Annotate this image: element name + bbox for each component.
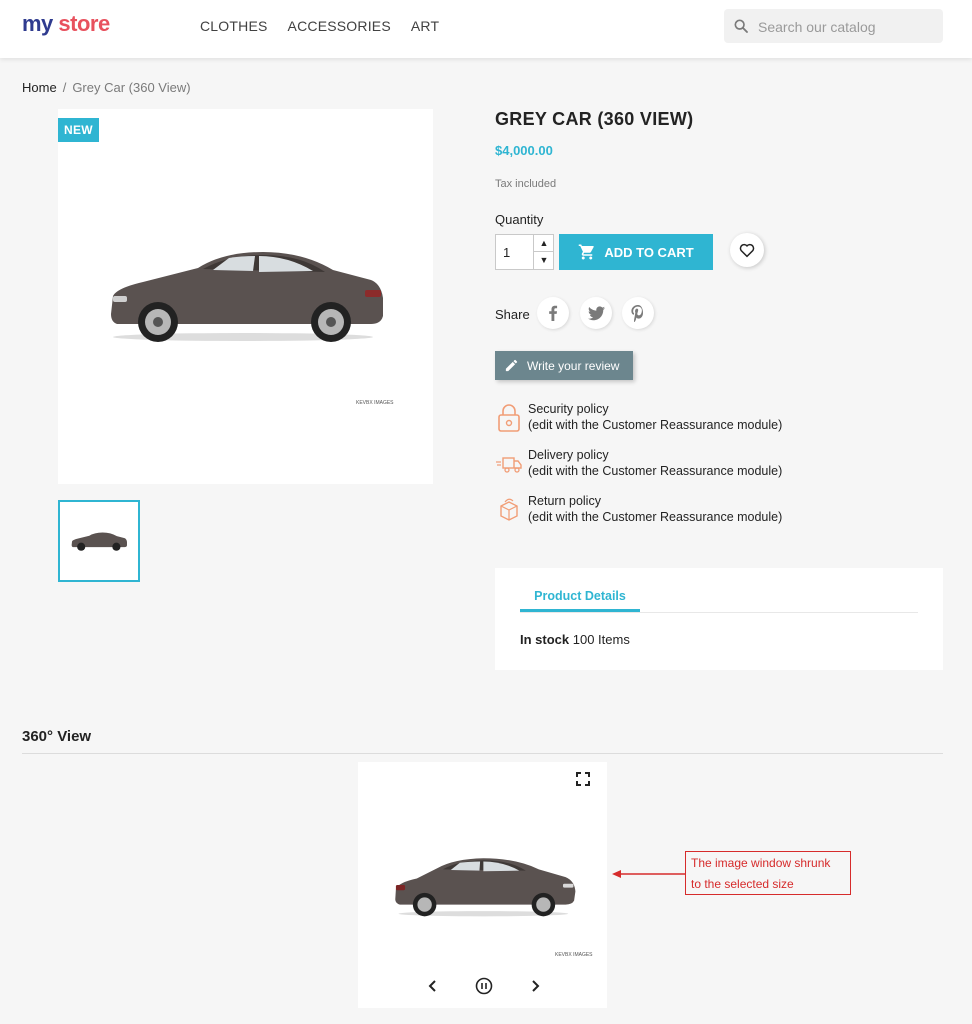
tab-product-details[interactable]: Product Details	[520, 582, 640, 612]
chevron-right-icon	[532, 980, 540, 992]
reassurance-desc: (edit with the Customer Reassurance modu…	[528, 510, 783, 524]
annotation-line-2: to the selected size	[691, 877, 794, 891]
tab-divider	[520, 612, 918, 613]
product-title: GREY CAR (360 VIEW)	[495, 109, 694, 129]
chevron-left-icon	[428, 980, 436, 992]
viewer-360[interactable]: KEVBX IMAGES	[358, 762, 607, 1008]
pinterest-share-button[interactable]	[622, 297, 654, 329]
write-review-button[interactable]: Write your review	[495, 351, 633, 380]
car-thumbnail-image	[71, 532, 127, 551]
product-details-card: Product Details In stock 100 Items	[495, 568, 943, 670]
heart-icon	[739, 243, 755, 258]
nav-clothes[interactable]: CLOTHES	[200, 18, 268, 34]
tax-note: Tax included	[495, 178, 557, 190]
share-label: Share	[495, 307, 530, 322]
search-icon[interactable]	[733, 18, 749, 34]
twitter-share-button[interactable]	[580, 297, 612, 329]
reassurance-delivery: Delivery policy (edit with the Customer …	[495, 448, 825, 482]
pause-button[interactable]	[474, 976, 494, 996]
viewer-watermark: KEVBX IMAGES	[555, 952, 593, 958]
previous-frame-button[interactable]	[423, 976, 443, 996]
section-divider	[22, 753, 943, 754]
reassurance-security: Security policy (edit with the Customer …	[495, 402, 825, 436]
pinterest-icon	[631, 304, 644, 322]
product-price: $4,000.00	[495, 143, 553, 158]
main-nav: CLOTHES ACCESSORIES ART	[200, 18, 439, 34]
return-box-icon	[500, 498, 518, 521]
wishlist-button[interactable]	[730, 233, 764, 267]
quantity-stepper: ▲ ▼	[495, 234, 554, 270]
stock-value: 100 Items	[572, 632, 630, 647]
write-review-label: Write your review	[527, 358, 620, 373]
cart-icon	[579, 244, 595, 260]
stock-info: In stock 100 Items	[520, 632, 630, 647]
facebook-share-button[interactable]	[537, 297, 569, 329]
reassurance-title: Return policy	[528, 494, 601, 508]
breadcrumb-current: Grey Car (360 View)	[72, 80, 191, 95]
site-header: my store CLOTHES ACCESSORIES ART	[0, 0, 972, 58]
annotation-line-1: The image window shrunk	[691, 856, 831, 870]
add-to-cart-button[interactable]: ADD TO CART	[559, 234, 713, 270]
truck-icon	[496, 457, 522, 473]
twitter-icon	[587, 305, 605, 320]
quantity-input[interactable]	[496, 235, 532, 269]
car-360-image	[395, 858, 576, 917]
add-to-cart-label: ADD TO CART	[604, 244, 694, 260]
reassurance-return: Return policy (edit with the Customer Re…	[495, 494, 825, 528]
pencil-icon	[505, 359, 518, 372]
product-thumbnail[interactable]	[58, 500, 140, 582]
store-logo[interactable]: my store	[22, 11, 110, 37]
section-title-360: 360° View	[22, 728, 92, 745]
stock-label: In stock	[520, 632, 570, 647]
car-image	[111, 252, 383, 342]
quantity-label: Quantity	[495, 212, 544, 227]
breadcrumb: Home / Grey Car (360 View)	[22, 80, 191, 95]
breadcrumb-separator: /	[62, 80, 67, 95]
new-badge: NEW	[58, 118, 99, 142]
facebook-icon	[549, 305, 558, 321]
nav-accessories[interactable]: ACCESSORIES	[288, 18, 391, 34]
quantity-decrease-button[interactable]: ▼	[533, 252, 554, 269]
image-watermark: KEVBX IMAGES	[356, 400, 394, 406]
reassurance-desc: (edit with the Customer Reassurance modu…	[528, 464, 783, 478]
nav-art[interactable]: ART	[411, 18, 439, 34]
reassurance-title: Security policy	[528, 402, 609, 416]
reassurance-title: Delivery policy	[528, 448, 609, 462]
fullscreen-icon[interactable]	[576, 772, 590, 786]
search-box	[724, 9, 943, 45]
quantity-increase-button[interactable]: ▲	[533, 235, 554, 252]
annotation-note: The image window shrunk to the selected …	[685, 851, 851, 895]
next-frame-button[interactable]	[525, 976, 545, 996]
search-input[interactable]	[756, 9, 940, 45]
reassurance-desc: (edit with the Customer Reassurance modu…	[528, 418, 783, 432]
annotation-arrow-icon	[612, 870, 685, 878]
lock-icon	[498, 404, 520, 432]
breadcrumb-home[interactable]: Home	[22, 80, 57, 95]
pause-icon	[475, 977, 493, 995]
product-main-image[interactable]: NEW KEVBX IMAGES	[58, 109, 433, 484]
